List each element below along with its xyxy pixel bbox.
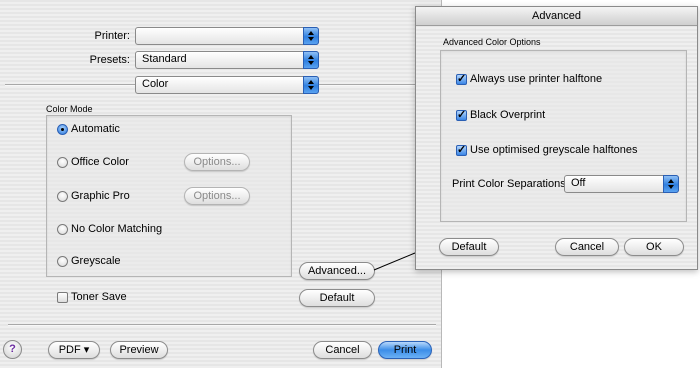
checkmark-icon: ✓ <box>456 143 467 156</box>
checkbox-label: Use optimised greyscale halftones <box>470 144 638 156</box>
advanced-default-button[interactable]: Default <box>439 238 499 256</box>
advanced-ok-button[interactable]: OK <box>624 238 684 256</box>
checkmark-icon: ✓ <box>456 72 467 85</box>
separations-value: Off <box>571 177 586 189</box>
separations-label: Print Color Separations: <box>452 178 569 190</box>
checkmark-icon: ✓ <box>456 108 467 121</box>
checkbox-label: Black Overprint <box>470 109 546 121</box>
optimised-greyscale-halftones-checkbox[interactable]: ✓ Use optimised greyscale halftones <box>456 144 638 156</box>
separations-popup[interactable]: Off <box>564 175 679 193</box>
connector-line <box>373 252 416 271</box>
popup-arrows-icon <box>663 175 679 193</box>
checkbox-label: Always use printer halftone <box>470 73 603 85</box>
always-use-printer-halftone-checkbox[interactable]: ✓ Always use printer halftone <box>456 73 602 85</box>
advanced-group-title: Advanced Color Options <box>443 37 541 47</box>
black-overprint-checkbox[interactable]: ✓ Black Overprint <box>456 109 545 121</box>
advanced-sheet: Advanced Advanced Color Options ✓ Always… <box>415 6 698 270</box>
advanced-title: Advanced <box>416 7 697 26</box>
advanced-cancel-button[interactable]: Cancel <box>555 238 619 256</box>
